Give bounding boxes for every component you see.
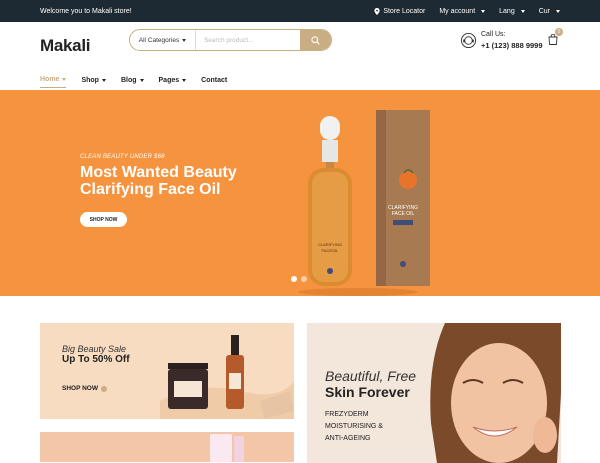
search-input[interactable]: [195, 30, 300, 50]
language-menu[interactable]: Lang: [499, 8, 525, 15]
promo-banner-skin[interactable]: Beautiful, Free Skin Forever FREZYDERM M…: [307, 323, 561, 463]
account-label: My account: [439, 7, 476, 15]
search-bar: All Categories: [129, 29, 332, 51]
nav-item-label: Home: [40, 76, 60, 83]
banner-title: Skin Forever: [325, 384, 410, 400]
nav-item-blog[interactable]: Blog: [121, 68, 144, 92]
nav-item-label: Shop: [81, 76, 99, 84]
search-button[interactable]: [299, 30, 331, 50]
language-label: Lang: [499, 7, 515, 15]
banner-description: FREZYDERM MOISTURISING & ANTI-AGEING: [325, 409, 405, 445]
chevron-down-icon: [62, 78, 67, 81]
hero-subtitle: CLEAN BEAUTY UNDER $68: [80, 154, 165, 160]
slider-dot[interactable]: [291, 276, 297, 282]
category-select-label: All Categories: [138, 36, 180, 44]
support-headset-icon: [460, 32, 477, 48]
banner-model-image: [407, 323, 561, 463]
nav-item-contact[interactable]: Contact: [201, 68, 227, 92]
banner-title: Up To 50% Off: [62, 354, 130, 365]
search-icon: [311, 35, 320, 45]
arrow-right-icon: [101, 385, 107, 392]
nav-item-label: Contact: [201, 76, 228, 84]
banner-subtitle: Big Beauty Sale: [62, 344, 127, 354]
hero-title-line-1: Most Wanted Beauty: [80, 164, 237, 181]
nav-item-label: Blog: [120, 76, 137, 84]
banner-product-image: [160, 335, 294, 419]
nav-item-home[interactable]: Home: [40, 72, 67, 88]
currency-menu[interactable]: Cur: [539, 8, 560, 15]
chevron-down-icon: [101, 78, 106, 82]
banner-description-line: MOISTURISING &: [325, 423, 383, 430]
top-bar-links: Store Locator My account Lang Cur: [374, 7, 560, 15]
hero-title-line-2: Clarifying Face Oil: [80, 181, 221, 198]
phone-number[interactable]: +1 (123) 888 9999: [481, 40, 543, 51]
hero-product-image: CLARIFYING FACE OIL CLARIFYING FACEOIL: [298, 110, 430, 296]
top-bar: Welcome you to Makali store! Store Locat…: [0, 0, 600, 22]
slider-pagination: [291, 276, 307, 282]
site-logo[interactable]: Makali: [40, 36, 130, 56]
store-locator-label: Store Locator: [383, 7, 426, 15]
product-box-label: CLARIFYING FACE OIL: [388, 205, 418, 217]
svg-text:FACEOIL: FACEOIL: [322, 248, 340, 253]
main-nav: Home Shop Blog Pages Contact: [0, 68, 600, 92]
hero-shop-now-button[interactable]: SHOP NOW: [80, 212, 127, 227]
nav-item-label: Pages: [158, 76, 180, 84]
cart-count-badge: 0: [555, 28, 563, 36]
chevron-down-icon: [182, 38, 187, 42]
call-us: Call Us: +1 (123) 888 9999: [460, 29, 543, 51]
banner-description-line: FREZYDERM: [325, 411, 369, 418]
nav-item-pages[interactable]: Pages: [159, 68, 187, 92]
banner-shop-now-link[interactable]: SHOP NOW: [62, 385, 107, 392]
banner-shop-now-label: SHOP NOW: [62, 385, 98, 392]
nav-item-shop[interactable]: Shop: [81, 68, 106, 92]
chevron-down-icon: [481, 9, 486, 13]
svg-text:CLARIFYING: CLARIFYING: [318, 242, 342, 247]
store-locator-link[interactable]: Store Locator: [374, 7, 426, 15]
account-menu[interactable]: My account: [439, 7, 486, 15]
category-select[interactable]: All Categories: [130, 30, 196, 50]
currency-label: Cur: [538, 7, 550, 15]
banner-product-image: [210, 434, 244, 462]
chevron-down-icon: [139, 78, 144, 82]
promo-banner-secondary[interactable]: [40, 432, 294, 462]
promo-banner-sale[interactable]: Big Beauty Sale Up To 50% Off SHOP NOW: [40, 323, 294, 419]
hero-title: Most Wanted Beauty Clarifying Face Oil: [80, 164, 280, 198]
banner-description-line: ANTI-AGEING: [325, 435, 371, 442]
call-us-label: Call Us:: [481, 31, 506, 38]
cart-button[interactable]: 0: [548, 28, 563, 50]
chevron-down-icon: [182, 78, 187, 82]
site-header: Makali All Categories Call Us: +1 (123) …: [0, 28, 600, 64]
slider-dot[interactable]: [301, 276, 307, 282]
banner-subtitle: Beautiful, Free: [325, 368, 417, 384]
hero-slider: CLEAN BEAUTY UNDER $68 Most Wanted Beaut…: [0, 90, 600, 296]
location-pin-icon: [374, 7, 380, 15]
welcome-text: Welcome you to Makali store!: [40, 7, 132, 15]
chevron-down-icon: [520, 9, 525, 13]
chevron-down-icon: [556, 9, 560, 13]
